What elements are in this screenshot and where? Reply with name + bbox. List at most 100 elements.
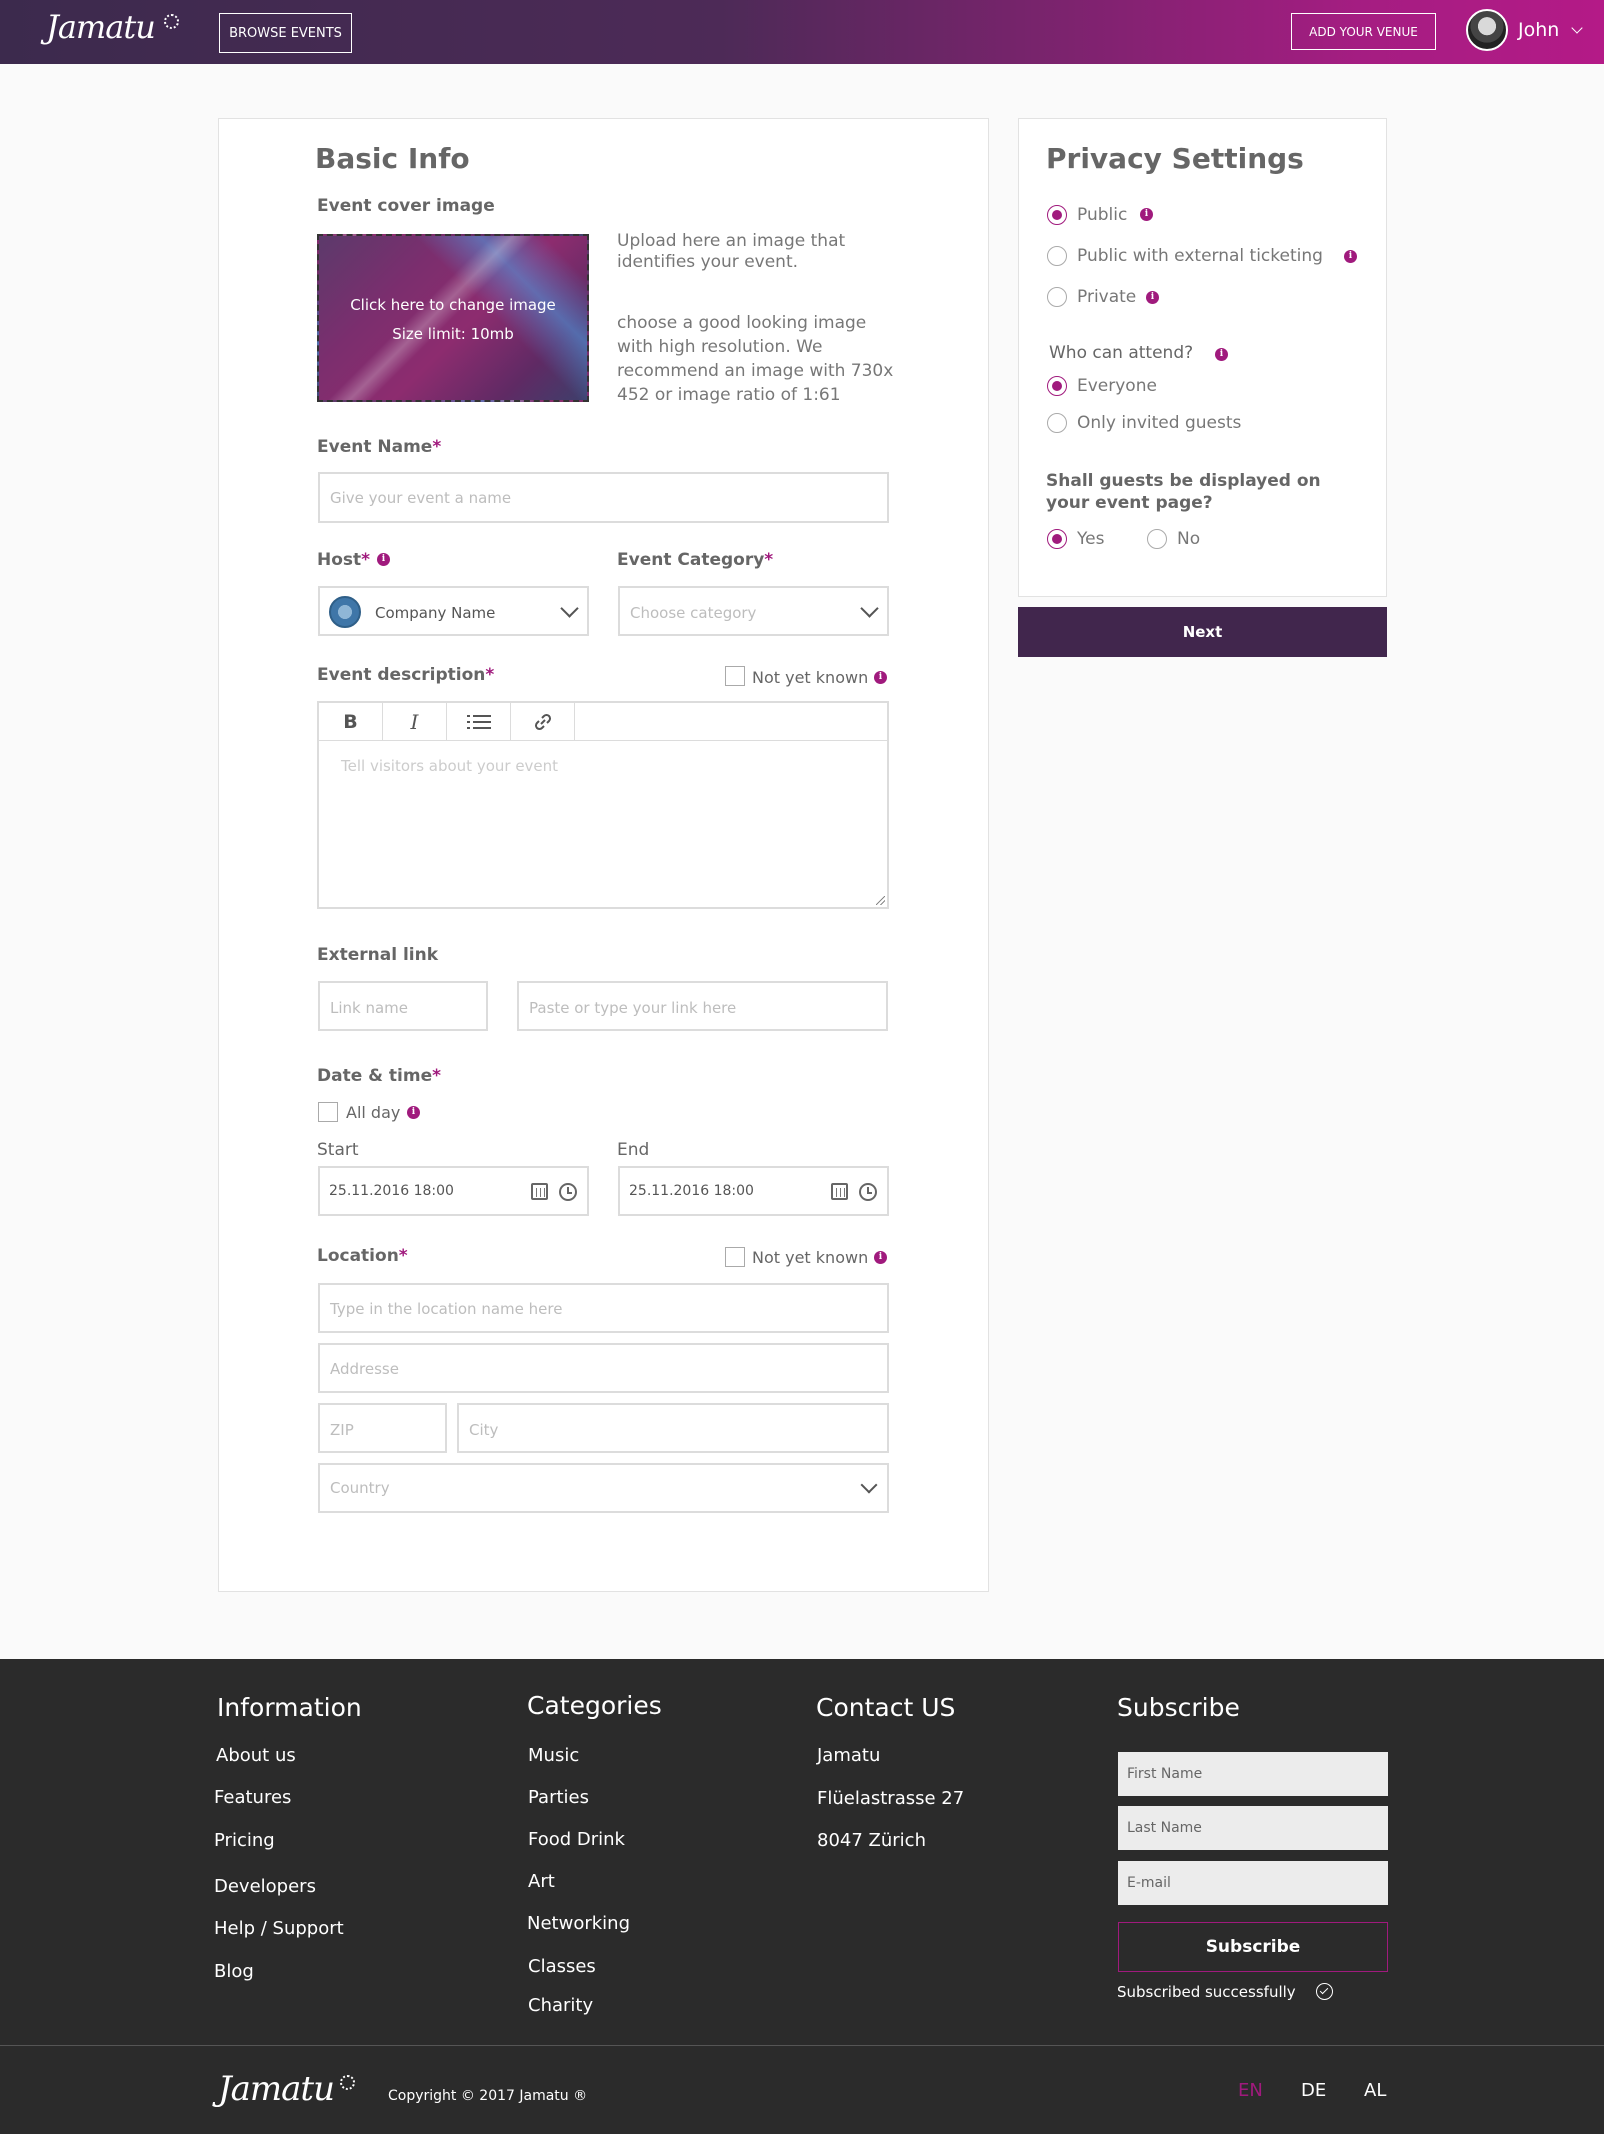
event-name-input[interactable]: Give your event a name <box>318 472 889 523</box>
country-select[interactable]: Country <box>318 1463 889 1513</box>
jamatu-logo[interactable]: Jamatu <box>46 8 179 46</box>
lang-en[interactable]: EN <box>1238 2080 1263 2101</box>
cover-click-text: Click here to change image <box>350 296 556 314</box>
link-name-placeholder: Link name <box>330 999 409 1017</box>
avatar[interactable] <box>1466 9 1508 51</box>
lang-al[interactable]: AL <box>1364 2080 1386 2101</box>
privacy-title: Privacy Settings <box>1046 142 1304 175</box>
subscribe-email-input[interactable]: E-mail <box>1118 1861 1388 1905</box>
end-clock-icon[interactable] <box>859 1183 877 1201</box>
attend-everyone-radio[interactable] <box>1047 376 1067 396</box>
city-input[interactable]: City <box>457 1403 889 1453</box>
category-select[interactable]: Choose category <box>618 586 889 636</box>
footer-cat-parties[interactable]: Parties <box>528 1787 589 1808</box>
lang-de[interactable]: DE <box>1301 2080 1326 2101</box>
last-name-placeholder: Last Name <box>1127 1820 1202 1836</box>
footer-link-features[interactable]: Features <box>214 1787 291 1808</box>
cover-image-upload[interactable]: Click here to change image Size limit: 1… <box>317 234 589 402</box>
event-name-label: Event Name* <box>317 437 442 457</box>
footer-link-help[interactable]: Help / Support <box>214 1918 344 1939</box>
location-info-icon[interactable]: i <box>874 1251 887 1264</box>
footer-jamatu-logo[interactable]: Jamatu <box>218 2069 355 2109</box>
description-not-yet-known-label: Not yet known <box>752 668 869 687</box>
privacy-external-label: Public with external ticketing <box>1077 246 1323 266</box>
user-name[interactable]: John <box>1518 19 1559 41</box>
location-not-yet-known-checkbox[interactable] <box>725 1247 745 1267</box>
upload-hint-1: Upload here an image that identifies you… <box>617 231 846 272</box>
cover-image-label: Event cover image <box>317 196 495 216</box>
bold-icon[interactable]: B <box>319 703 383 741</box>
start-clock-icon[interactable] <box>559 1183 577 1201</box>
privacy-private-info-icon[interactable]: i <box>1146 291 1159 304</box>
footer-cat-classes[interactable]: Classes <box>528 1956 596 1977</box>
subscribe-last-name-input[interactable]: Last Name <box>1118 1806 1388 1850</box>
footer-information-title: Information <box>217 1693 362 1722</box>
category-label-text: Event Category <box>617 550 765 570</box>
attend-everyone-label: Everyone <box>1077 376 1157 396</box>
editor-toolbar: B I <box>317 701 889 741</box>
all-day-info-icon[interactable]: i <box>407 1106 420 1119</box>
link-icon[interactable] <box>511 703 575 741</box>
guests-yes-radio[interactable] <box>1047 529 1067 549</box>
host-select[interactable]: Company Name <box>318 586 589 636</box>
resize-handle-icon[interactable] <box>876 896 885 905</box>
footer-contact-street: Flüelastrasse 27 <box>817 1788 965 1809</box>
zip-placeholder: ZIP <box>330 1421 354 1439</box>
description-textarea[interactable]: Tell visitors about your event <box>317 741 889 909</box>
logo-dots-icon <box>164 14 179 29</box>
subscribe-first-name-input[interactable]: First Name <box>1118 1752 1388 1796</box>
list-icon[interactable] <box>447 703 511 741</box>
country-chevron-down-icon <box>860 1476 878 1494</box>
end-datetime-input[interactable]: 25.11.2016 18:00 <box>618 1166 889 1216</box>
start-calendar-icon[interactable] <box>531 1183 548 1200</box>
end-calendar-icon[interactable] <box>831 1183 848 1200</box>
footer-cat-music[interactable]: Music <box>528 1745 579 1766</box>
first-name-placeholder: First Name <box>1127 1766 1203 1782</box>
link-name-input[interactable]: Link name <box>318 981 488 1031</box>
datetime-label: Date & time* <box>317 1066 441 1086</box>
privacy-external-info-icon[interactable]: i <box>1344 250 1357 263</box>
footer-contact-company: Jamatu <box>817 1745 881 1766</box>
description-not-yet-known-checkbox[interactable] <box>725 666 745 686</box>
zip-input[interactable]: ZIP <box>318 1403 447 1453</box>
footer-cat-networking[interactable]: Networking <box>527 1913 630 1934</box>
privacy-external-radio[interactable] <box>1047 246 1067 266</box>
italic-icon[interactable]: I <box>383 703 447 741</box>
footer-logo-text: Jamatu <box>218 2069 335 2109</box>
host-info-icon[interactable]: i <box>377 553 390 566</box>
all-day-checkbox[interactable] <box>318 1102 338 1122</box>
guests-no-label: No <box>1177 529 1201 549</box>
link-url-input[interactable]: Paste or type your link here <box>517 981 888 1031</box>
attend-info-icon[interactable]: i <box>1215 348 1228 361</box>
privacy-public-radio[interactable] <box>1047 205 1067 225</box>
attend-label: Who can attend? <box>1049 343 1194 363</box>
footer-cat-art[interactable]: Art <box>528 1871 555 1892</box>
description-info-icon[interactable]: i <box>874 671 887 684</box>
footer-logo-dots-icon <box>340 2075 355 2090</box>
privacy-public-info-icon[interactable]: i <box>1140 208 1153 221</box>
email-placeholder: E-mail <box>1127 1875 1171 1891</box>
footer-link-about[interactable]: About us <box>216 1745 296 1766</box>
host-chevron-down-icon <box>560 599 579 618</box>
footer-divider <box>0 2045 1604 2046</box>
guests-no-radio[interactable] <box>1147 529 1167 549</box>
guests-yes-label: Yes <box>1077 529 1105 549</box>
next-button[interactable]: Next <box>1018 607 1387 657</box>
footer-cat-charity[interactable]: Charity <box>528 1995 593 2016</box>
browse-events-button[interactable]: BROWSE EVENTS <box>219 13 352 53</box>
footer-link-developers[interactable]: Developers <box>214 1876 316 1897</box>
address-input[interactable]: Addresse <box>318 1343 889 1393</box>
footer-link-pricing[interactable]: Pricing <box>214 1830 275 1851</box>
attend-invited-radio[interactable] <box>1047 413 1067 433</box>
location-name-input[interactable]: Type in the location name here <box>318 1283 889 1333</box>
start-datetime-input[interactable]: 25.11.2016 18:00 <box>318 1166 589 1216</box>
privacy-private-radio[interactable] <box>1047 287 1067 307</box>
cover-size-text: Size limit: 10mb <box>392 325 514 343</box>
category-label: Event Category* <box>617 550 774 570</box>
footer-link-blog[interactable]: Blog <box>214 1961 254 1982</box>
user-menu-chevron-down-icon[interactable] <box>1571 22 1583 34</box>
subscribe-button[interactable]: Subscribe <box>1118 1922 1388 1972</box>
add-venue-button[interactable]: ADD YOUR VENUE <box>1291 13 1436 50</box>
footer-categories-title: Categories <box>527 1691 662 1720</box>
footer-cat-food-drink[interactable]: Food Drink <box>528 1829 625 1850</box>
